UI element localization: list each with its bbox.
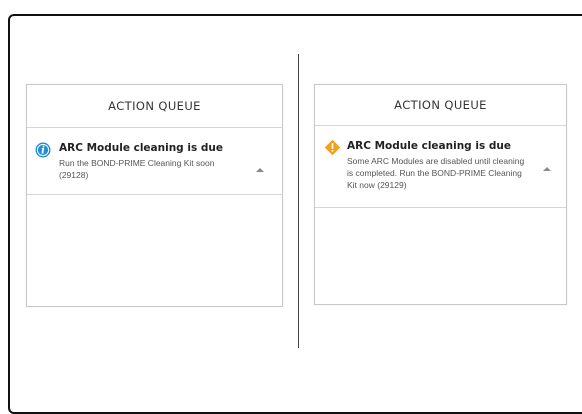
collapse-chevron-up-icon[interactable] (253, 162, 267, 172)
panel-title: ACTION QUEUE (27, 85, 282, 128)
action-queue-panel-info: ACTION QUEUE i ARC Module cleaning is du… (26, 84, 283, 307)
queue-item[interactable]: i ARC Module cleaning is due Run the BON… (27, 128, 282, 195)
svg-text:i: i (41, 146, 45, 157)
panel-title: ACTION QUEUE (315, 85, 566, 126)
warning-icon (324, 139, 341, 156)
item-description: Some ARC Modules are disabled until clea… (347, 156, 525, 190)
item-description: Run the BOND-PRIME Cleaning Kit soon (29… (59, 158, 215, 180)
queue-item[interactable]: ARC Module cleaning is due Some ARC Modu… (315, 126, 566, 208)
item-title: ARC Module cleaning is due (347, 140, 511, 152)
collapse-chevron-up-icon[interactable] (540, 161, 554, 171)
info-icon: i (35, 142, 51, 158)
item-title: ARC Module cleaning is due (59, 142, 223, 154)
comparison-divider (298, 54, 299, 348)
action-queue-panel-warning: ACTION QUEUE ARC Module cleaning is due … (314, 84, 567, 305)
